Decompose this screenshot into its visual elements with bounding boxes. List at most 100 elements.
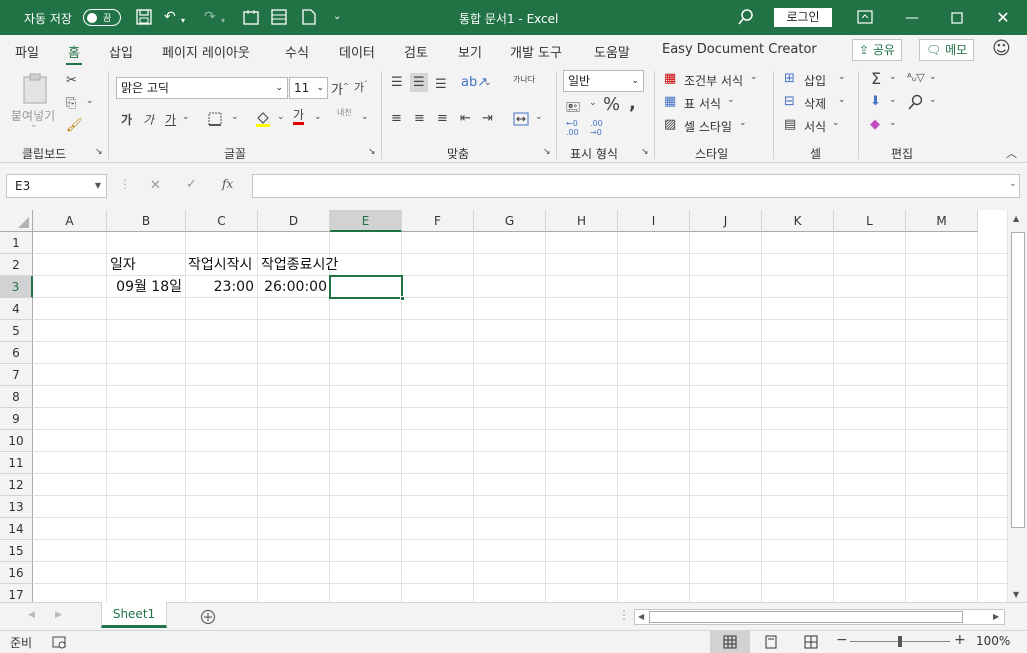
fill-color-icon[interactable] (255, 110, 271, 128)
zoom-in-icon[interactable]: + (954, 632, 966, 648)
tab-help[interactable]: 도움말 (594, 42, 630, 61)
column-header-M[interactable]: M (906, 210, 978, 232)
previous-sheet-icon[interactable]: ◀ (28, 610, 35, 620)
vertical-scroll-thumb[interactable] (1011, 232, 1025, 528)
cell-B3[interactable]: 09월 18일 (107, 276, 184, 298)
font-launcher-icon[interactable]: ↘ (368, 147, 376, 157)
document-icon[interactable] (302, 9, 316, 25)
zoom-level[interactable]: 100% (976, 634, 1010, 648)
font-name-select[interactable]: 맑은 고딕 ⌄ (116, 77, 288, 99)
decrease-indent-icon[interactable]: ⇤ (460, 111, 471, 126)
increase-font-size-icon[interactable]: 가^ (331, 79, 349, 98)
tab-page-layout[interactable]: 페이지 레이아웃 (162, 42, 250, 61)
autosave-toggle[interactable]: 끔 (83, 9, 121, 26)
column-header-F[interactable]: F (402, 210, 474, 232)
accounting-format-icon[interactable]: 🖭 (566, 98, 580, 119)
format-painter-icon[interactable]: 🖌 (66, 118, 83, 133)
comments-button[interactable]: 🗨 메모 (919, 39, 975, 61)
insert-cells-icon[interactable]: ⊞ (784, 71, 795, 86)
page-break-preview-icon[interactable] (804, 635, 818, 649)
tab-view[interactable]: 보기 (458, 42, 482, 61)
column-header-D[interactable]: D (258, 210, 330, 232)
undo-dropdown-icon[interactable]: ▾ (181, 13, 185, 29)
number-launcher-icon[interactable]: ↘ (641, 147, 649, 157)
italic-icon[interactable]: 가 (143, 111, 154, 128)
cell-C3[interactable]: 23:00 (186, 276, 256, 298)
chevron-down-icon[interactable]: ⌄ (727, 95, 735, 105)
align-center-icon[interactable]: ≡ (414, 111, 425, 126)
row-header-1[interactable]: 1 (0, 232, 33, 254)
vertical-scrollbar[interactable]: ▲ ▼ (1007, 210, 1027, 602)
clear-icon[interactable]: ◆ (870, 117, 880, 132)
new-sheet-icon[interactable] (243, 9, 259, 25)
worksheet-grid[interactable]: ABCDEFGHIJKLM 1 2 3 4 5 6 7 8 9 10 11 12 13 14 15 16 17 … (0, 210, 1007, 602)
font-size-select[interactable]: 11 ⌄ (289, 77, 328, 99)
row-header-15[interactable]: 15 (0, 540, 33, 562)
add-sheet-icon[interactable] (200, 609, 216, 625)
enter-icon[interactable]: ✓ (186, 177, 197, 192)
tab-split-grip-icon[interactable]: ⋮ (618, 608, 630, 622)
cancel-icon[interactable]: ✕ (150, 178, 161, 193)
decrease-font-size-icon[interactable]: 가ˇ (354, 79, 368, 95)
minimize-icon[interactable]: — (902, 8, 922, 28)
column-header-K[interactable]: K (762, 210, 834, 232)
formula-input[interactable] (252, 174, 1020, 198)
format-as-table-button[interactable]: 표 서식 (684, 95, 721, 112)
customize-qat-icon[interactable]: ⌄ (333, 9, 341, 25)
merge-center-icon[interactable] (513, 112, 529, 126)
tab-home[interactable]: 홈 (66, 42, 82, 65)
accessibility-icon[interactable] (52, 635, 66, 649)
find-select-dropdown-icon[interactable]: ⌄ (929, 95, 937, 105)
format-as-table-icon[interactable]: ▦ (664, 94, 676, 109)
column-header-H[interactable]: H (546, 210, 618, 232)
row-header-10[interactable]: 10 (0, 430, 33, 452)
tab-data[interactable]: 데이터 (339, 42, 375, 61)
column-header-I[interactable]: I (618, 210, 690, 232)
wrap-text-icon[interactable]: 가나다 (513, 75, 535, 84)
undo-icon[interactable]: ↶ (164, 9, 176, 25)
number-format-select[interactable]: 일반 ⌄ (563, 70, 644, 92)
save-icon[interactable] (136, 9, 152, 25)
chevron-down-icon[interactable]: ⌄ (739, 118, 747, 128)
name-box[interactable]: E3 ▼ (6, 174, 107, 198)
redo-dropdown-icon[interactable]: ▾ (221, 13, 225, 29)
cut-icon[interactable]: ✂ (66, 73, 77, 88)
row-header-6[interactable]: 6 (0, 342, 33, 364)
underline-icon[interactable]: 가 (165, 111, 176, 128)
chevron-down-icon[interactable]: ⌄ (750, 72, 758, 82)
insert-cells-button[interactable]: 삽입 (804, 72, 826, 89)
paste-icon[interactable] (22, 73, 50, 105)
row-header-7[interactable]: 7 (0, 364, 33, 386)
increase-decimal-icon[interactable]: ←0.00 (566, 119, 579, 137)
ribbon-display-icon[interactable] (857, 10, 873, 24)
row-header-16[interactable]: 16 (0, 562, 33, 584)
alignment-launcher-icon[interactable]: ↘ (543, 147, 551, 157)
autosum-dropdown-icon[interactable]: ⌄ (889, 72, 897, 82)
decrease-decimal-icon[interactable]: .00 →0 (590, 119, 603, 137)
normal-view-button[interactable] (710, 631, 750, 653)
horizontal-scrollbar[interactable]: ◀ ▶ (634, 609, 1005, 625)
row-header-5[interactable]: 5 (0, 320, 33, 342)
conditional-formatting-button[interactable]: 조건부 서식 (684, 72, 743, 89)
share-button[interactable]: ⇪ 공유 (852, 39, 902, 61)
smiley-feedback-icon[interactable]: ☺ (992, 38, 1011, 59)
row-header-3[interactable]: 3 (0, 276, 33, 298)
column-header-L[interactable]: L (834, 210, 906, 232)
align-middle-icon[interactable]: ☰ (410, 73, 428, 92)
align-bottom-icon[interactable]: ☰ (435, 77, 447, 92)
format-cells-icon[interactable]: ▤ (784, 117, 796, 132)
row-header-4[interactable]: 4 (0, 298, 33, 320)
align-left-icon[interactable]: ≡ (391, 111, 402, 126)
align-top-icon[interactable]: ☰ (391, 75, 403, 90)
horizontal-scroll-thumb[interactable] (649, 611, 963, 623)
fill-icon[interactable]: ⬇ (870, 94, 881, 109)
collapse-ribbon-icon[interactable]: ︿ (1006, 145, 1017, 161)
paste-dropdown-icon[interactable]: ⌄ (30, 120, 38, 130)
row-header-13[interactable]: 13 (0, 496, 33, 518)
close-icon[interactable]: ✕ (993, 8, 1013, 28)
zoom-out-icon[interactable]: − (836, 632, 848, 648)
comma-style-icon[interactable]: , (629, 93, 636, 114)
row-header-8[interactable]: 8 (0, 386, 33, 408)
tab-developer[interactable]: 개발 도구 (510, 42, 562, 61)
row-header-17[interactable]: 17 (0, 584, 33, 602)
